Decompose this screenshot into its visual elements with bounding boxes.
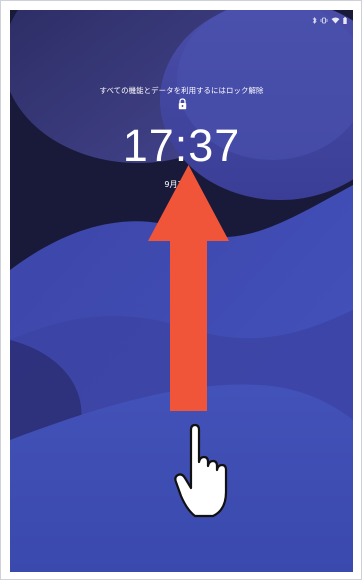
pointing-hand-icon — [174, 423, 228, 518]
wifi-icon — [331, 17, 340, 24]
battery-icon — [343, 16, 347, 24]
unlock-message: すべての機能とデータを利用するにはロック解除 — [99, 86, 264, 95]
lock-icon — [178, 98, 187, 110]
lock-screen[interactable]: すべての機能とデータを利用するにはロック解除 17:37 9月7日水 — [10, 10, 353, 572]
device-frame: すべての機能とデータを利用するにはロック解除 17:37 9月7日水 — [0, 0, 362, 580]
vibrate-icon — [320, 17, 328, 24]
bluetooth-icon — [312, 16, 317, 24]
swipe-up-arrow-icon — [148, 165, 229, 411]
status-bar — [10, 10, 353, 30]
